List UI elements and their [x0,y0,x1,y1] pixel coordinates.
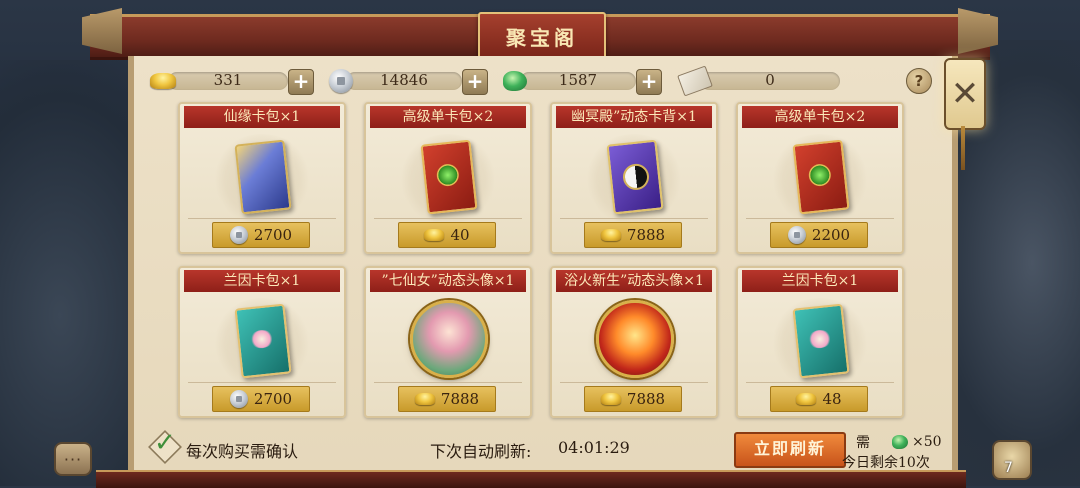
divider [188,218,336,219]
gold-ingot-icon [414,393,435,405]
item-title: 幽冥殿”动态卡背×1 [556,106,712,128]
confirm-label: 每次购买需确认 [186,442,299,461]
gold-ingot-icon [424,229,445,241]
item-title: ”七仙女”动态头像×1 [370,270,526,292]
price-value: 7888 [626,226,666,244]
divider [374,382,522,383]
close-button[interactable]: ✕ [944,58,986,130]
remaining-refreshes: 今日剩余10次 [842,455,930,471]
beam-end-left [82,8,122,54]
shop-item-card[interactable]: 浴火新生”动态头像×1 7888 [550,266,718,418]
price-button[interactable]: 2700 [212,386,310,412]
lanyin-card-pack-icon [792,303,850,379]
jade-icon [892,435,908,449]
silver-coin-icon [787,226,806,244]
divider [746,218,894,219]
fairy-avatar-icon [410,300,488,378]
price-button[interactable]: 7888 [584,222,682,248]
divider [374,218,522,219]
price-value: 2200 [811,226,851,244]
divider [746,382,894,383]
shop-item-card[interactable]: 仙缘卡包×1 2700 [178,102,346,254]
xianyuan-card-pack-icon [234,139,292,215]
price-value: 2700 [253,226,293,244]
lantern-tassel [961,126,965,170]
price-value: 7888 [626,390,666,408]
add-silver-button[interactable]: + [462,69,488,95]
item-title: 高级单卡包×2 [742,106,898,128]
shop-title: 聚宝阁 [478,12,606,60]
scroll-value: 0 [765,71,775,89]
cost-amount: ×50 [912,434,942,450]
shop-item-card[interactable]: 兰因卡包×1 2700 [178,266,346,418]
resource-scroll: 0 [677,65,840,97]
shop-item-card[interactable]: 高级单卡包×2 2200 [736,102,904,254]
close-icon: ✕ [950,74,980,114]
next-refresh-label: 下次自动刷新: [430,442,532,461]
price-value: 40 [450,226,470,244]
price-button[interactable]: 40 [398,222,496,248]
divider [560,218,708,219]
shop-item-card[interactable]: 高级单卡包×2 40 [364,102,532,254]
advanced-card-pack-icon [420,139,478,215]
chat-button[interactable]: ··· [54,442,92,476]
bag-count-badge: 7 [1004,460,1013,476]
advanced-card-pack-icon [792,139,850,215]
refresh-cost: 需 ×50 [856,432,942,452]
item-title: 兰因卡包×1 [742,270,898,292]
divider [560,382,708,383]
shop-item-card[interactable]: 兰因卡包×1 48 [736,266,904,418]
jade-value: 1587 [558,71,598,89]
price-button[interactable]: 7888 [584,386,682,412]
price-value: 2700 [253,390,293,408]
silver-coin-icon [229,226,248,244]
price-button[interactable]: 2200 [770,222,868,248]
checkmark-icon: ✓ [154,428,176,458]
price-value: 7888 [440,390,480,408]
add-jade-button[interactable]: + [636,69,662,95]
price-button[interactable]: 7888 [398,386,496,412]
shop-item-card[interactable]: ”七仙女”动态头像×1 7888 [364,266,532,418]
gold-ingot-icon [796,393,817,405]
bottom-beam [96,470,966,488]
gold-value: 331 [213,71,243,89]
item-title: 高级单卡包×2 [370,106,526,128]
gold-ingot-icon [600,229,621,241]
refresh-now-button[interactable]: 立即刷新 [734,432,846,468]
price-button[interactable]: 2700 [212,222,310,248]
next-refresh-timer: 04:01:29 [558,438,630,457]
resource-jade: 1587 + [500,68,666,95]
add-gold-button[interactable]: + [288,69,314,95]
resource-gold: 331 + [148,68,316,95]
fire-avatar-icon [596,300,674,378]
shop-item-card[interactable]: 幽冥殿”动态卡背×1 7888 [550,102,718,254]
cost-prefix: 需 [856,435,870,451]
item-title: 浴火新生”动态头像×1 [556,270,712,292]
item-title: 兰因卡包×1 [184,270,340,292]
price-value: 48 [822,390,842,408]
price-button[interactable]: 48 [770,386,868,412]
silver-coin-icon [229,390,248,408]
silver-value: 14846 [380,71,428,89]
gold-ingot-icon [600,393,621,405]
item-title: 仙缘卡包×1 [184,106,340,128]
lanyin-card-pack-icon [234,303,292,379]
chat-icon: ··· [63,449,83,469]
dynamic-card-back-icon [606,139,664,215]
resource-silver: 14846 + [326,68,492,95]
help-button[interactable]: ? [906,68,932,94]
divider [188,382,336,383]
